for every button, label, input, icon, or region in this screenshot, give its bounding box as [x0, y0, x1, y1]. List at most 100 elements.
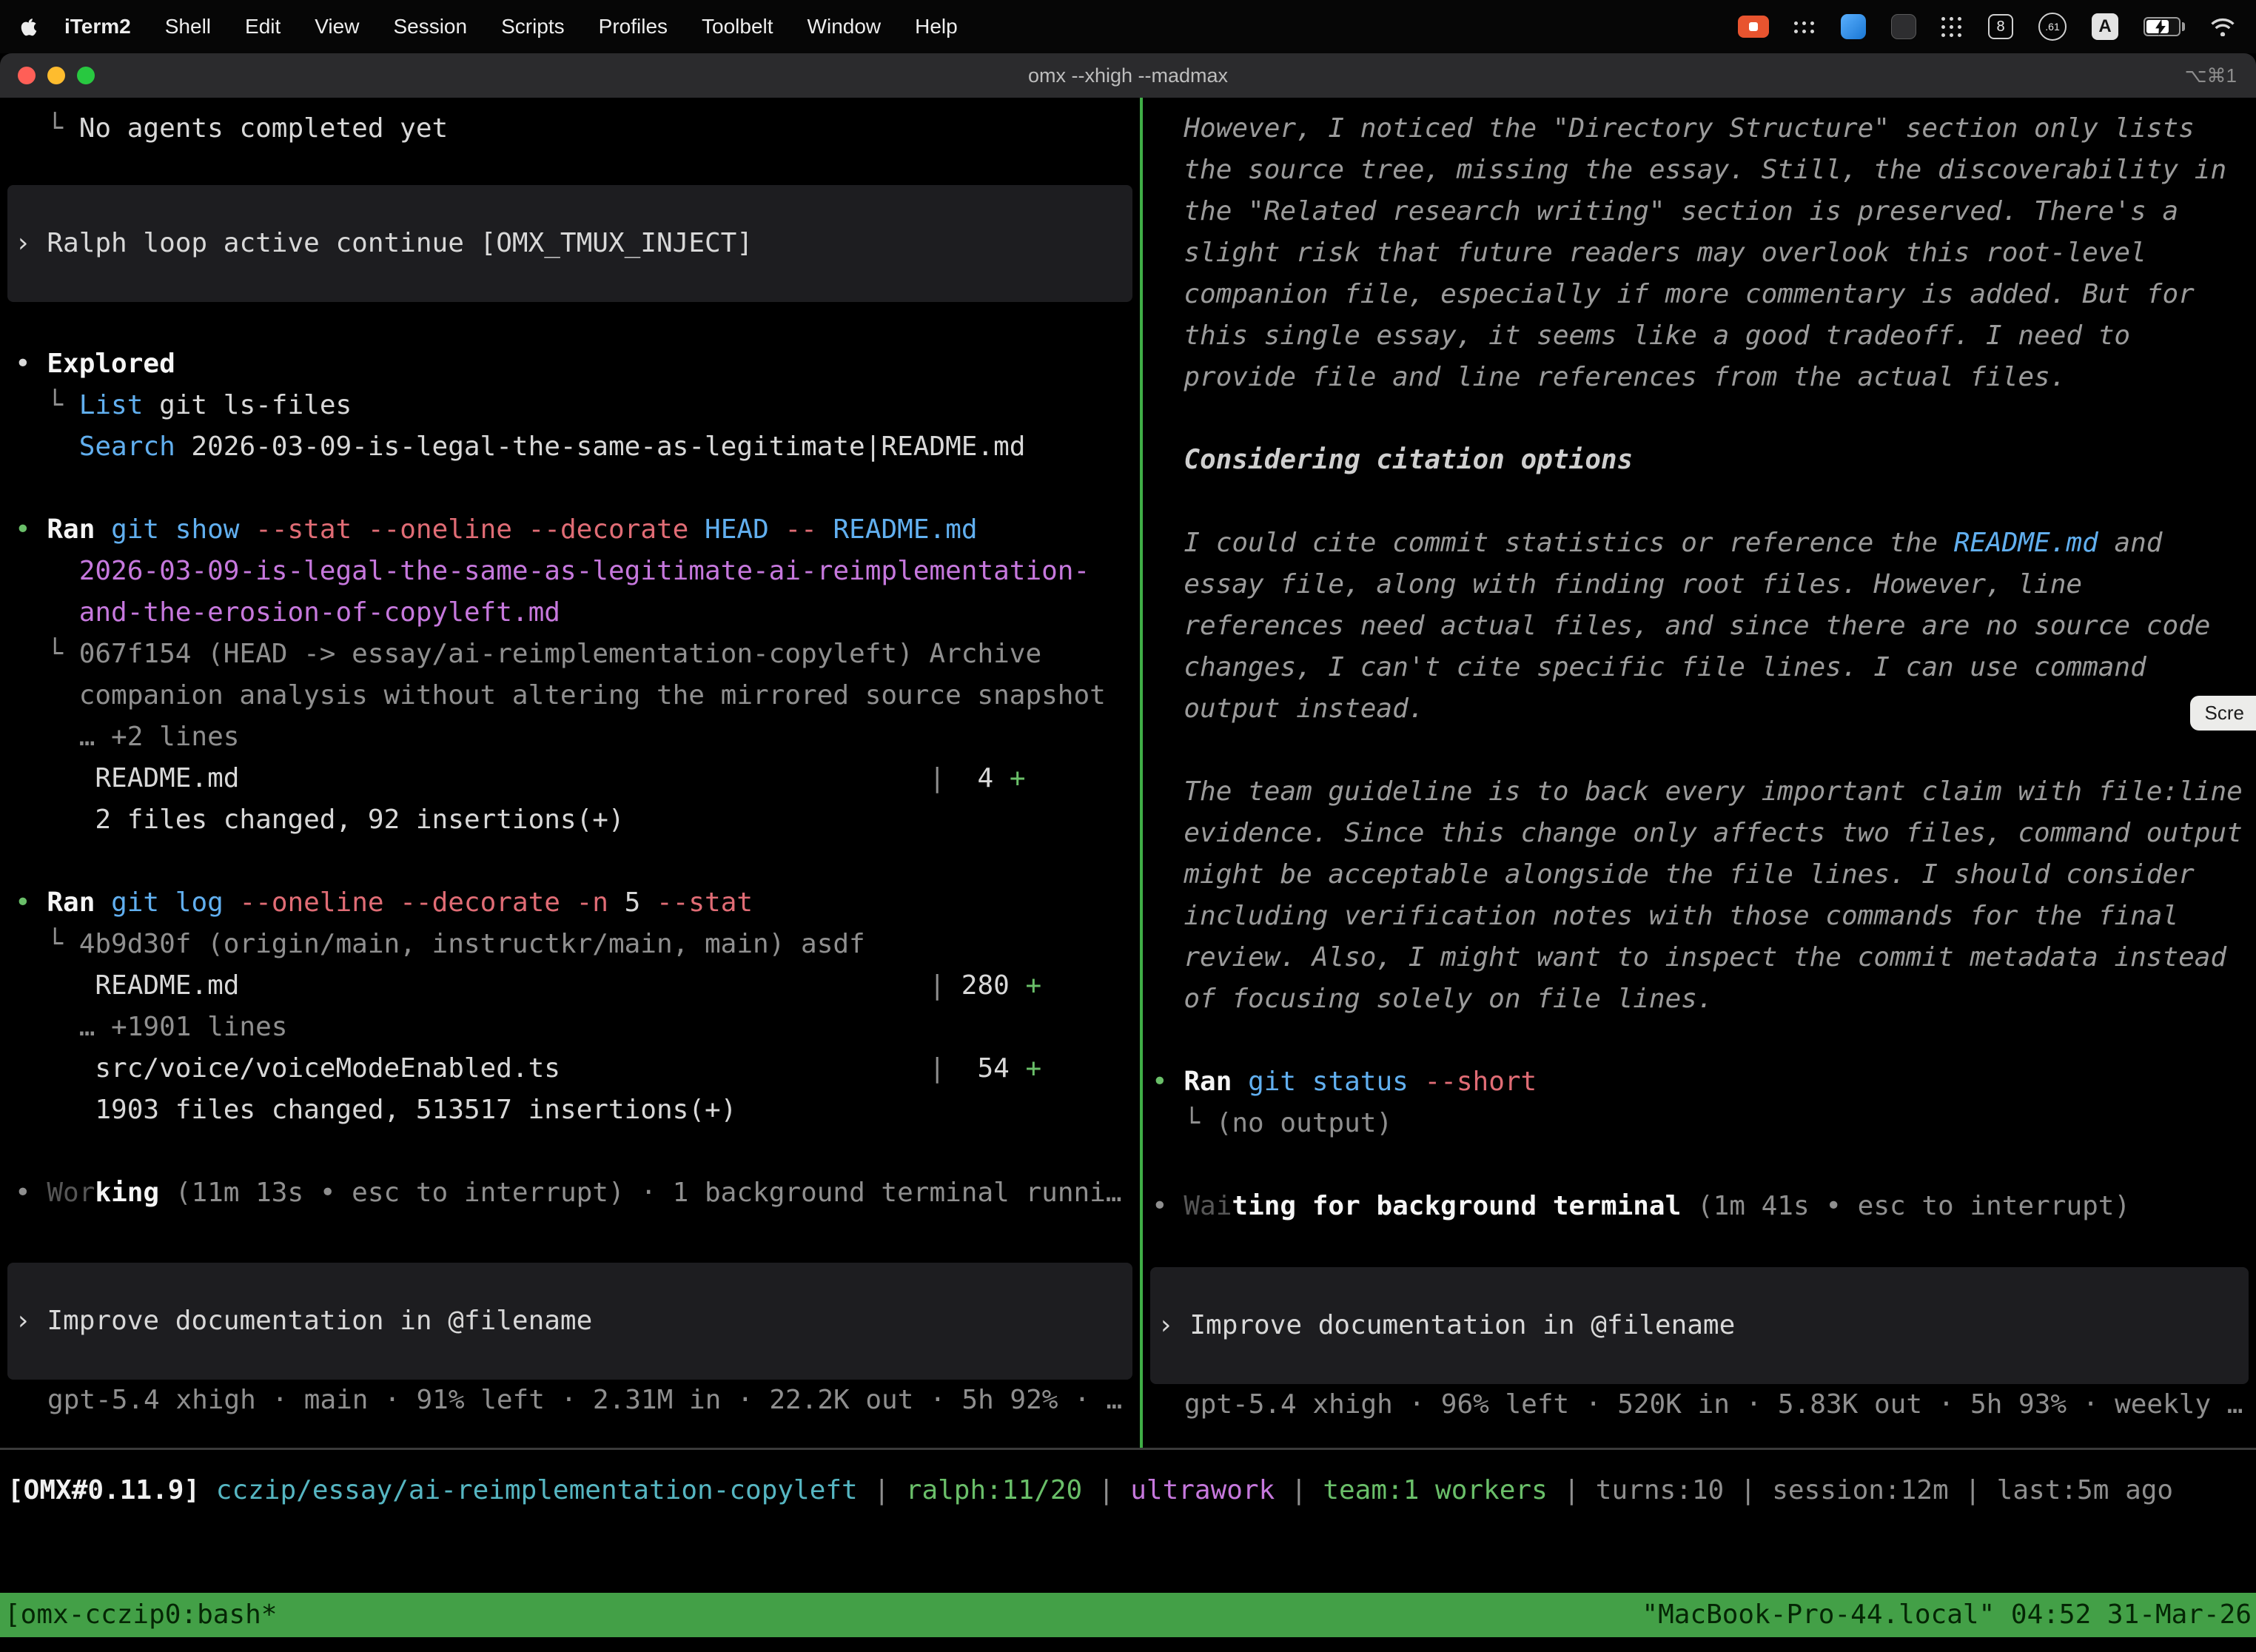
diffstat-summary-line: 2 files changed, 92 insertions(+): [15, 799, 1140, 841]
apple-menu-icon[interactable]: [21, 16, 37, 37]
menu-status-icons: 8 .61 A: [1738, 13, 2235, 41]
close-button[interactable]: [18, 67, 36, 84]
screen-edge-notification[interactable]: Scre: [2190, 696, 2256, 731]
prompt-input-left-text: › Improve documentation in @filename: [7, 1300, 1132, 1342]
think-line: The team guideline is to back every impo…: [1152, 771, 2256, 813]
macos-menu-bar: iTerm2 Shell Edit View Session Scripts P…: [0, 0, 2256, 53]
terminal-area: └ No agents completed yet › Ralph loop a…: [0, 98, 2256, 1449]
menu-item-toolbelt[interactable]: Toolbelt: [685, 15, 790, 38]
model-status-right: gpt-5.4 xhigh · 96% left · 520K in · 5.8…: [1143, 1384, 2256, 1426]
tmux-host-clock-label: "MacBook-Pro-44.local" 04:52 31-Mar-26: [1642, 1593, 2252, 1637]
window-shortcut-badge: ⌥⌘1: [2185, 64, 2237, 87]
blank-line: [15, 841, 1140, 882]
list-files-line: └ List git ls-files: [15, 385, 1140, 426]
think-line: output instead.: [1152, 688, 2256, 730]
menu-item-profiles[interactable]: Profiles: [582, 15, 685, 38]
changed-file-line: and-the-erosion-of-copyleft.md: [15, 592, 1140, 634]
think-line: including verification notes with those …: [1152, 896, 2256, 937]
think-line: I could cite commit statistics or refere…: [1152, 523, 2256, 564]
think-line: changes, I can't cite specific file line…: [1152, 647, 2256, 688]
think-line: companion file, especially if more comme…: [1152, 274, 2256, 315]
horizontal-separator: [0, 1448, 2256, 1450]
grid-dots-icon[interactable]: [1941, 17, 1963, 37]
charging-bolt-icon: [2155, 19, 2166, 36]
left-lines-top: └ No agents completed yet: [0, 108, 1140, 150]
waiting-status-line: • Waiting for background terminal (1m 41…: [1152, 1186, 2256, 1227]
ran-git-show-line: • Ran git show --stat --oneline --decora…: [15, 509, 1140, 551]
menu-item-iterm2[interactable]: iTerm2: [47, 15, 148, 38]
key-8-icon[interactable]: 8: [1988, 14, 2013, 39]
think-line: the "Related research writing" section i…: [1152, 191, 2256, 232]
ran-git-status-line: • Ran git status --short: [1152, 1061, 2256, 1103]
diffstat-line: README.md | 4 +: [15, 758, 1140, 799]
model-status-left: gpt-5.4 xhigh · main · 91% left · 2.31M …: [0, 1380, 1140, 1421]
working-status-line: • Working (11m 13s • esc to interrupt) ·…: [15, 1172, 1140, 1214]
think-heading: Considering citation options: [1152, 440, 2256, 481]
think-line: provide file and line references from th…: [1152, 357, 2256, 398]
blank-line: [1152, 1020, 2256, 1061]
menu-item-window[interactable]: Window: [790, 15, 899, 38]
think-line: evidence. Since this change only affects…: [1152, 813, 2256, 854]
blank-line: [1152, 1144, 2256, 1186]
menu-item-shell[interactable]: Shell: [148, 15, 228, 38]
commit-line: └ 067f154 (HEAD -> essay/ai-reimplementa…: [15, 634, 1140, 675]
think-line: might be acceptable alongside the file l…: [1152, 854, 2256, 896]
prompt-input-right[interactable]: › Improve documentation in @filename: [1150, 1267, 2249, 1384]
dark-app-icon[interactable]: [1891, 14, 1916, 39]
blank-line: [1152, 730, 2256, 771]
commit-line: └ 4b9d30f (origin/main, instructkr/main,…: [15, 924, 1140, 965]
battery-percent-icon[interactable]: .61: [2038, 13, 2067, 41]
explored-header: • Explored: [15, 343, 1140, 385]
think-line: essay file, along with finding root file…: [1152, 564, 2256, 605]
input-source-icon[interactable]: A: [2092, 13, 2118, 40]
menu-item-help[interactable]: Help: [898, 15, 975, 38]
search-line: Search 2026-03-09-is-legal-the-same-as-l…: [15, 426, 1140, 468]
blank-line: [15, 1131, 1140, 1172]
menu-item-view[interactable]: View: [298, 15, 376, 38]
blank-line: [15, 468, 1140, 509]
tmux-status-bar: [omx-cczip0:bash* "MacBook-Pro-44.local"…: [0, 1593, 2256, 1637]
changed-file-line: 2026-03-09-is-legal-the-same-as-legitima…: [15, 551, 1140, 592]
think-line: review. Also, I might want to inspect th…: [1152, 937, 2256, 978]
diffstat-line: README.md | 280 +: [15, 965, 1140, 1007]
left-terminal-pane: └ No agents completed yet › Ralph loop a…: [0, 98, 1140, 1449]
think-line: the source tree, missing the essay. Stil…: [1152, 150, 2256, 191]
menu-item-session[interactable]: Session: [376, 15, 484, 38]
diff-elided-line: … +2 lines: [15, 716, 1140, 758]
no-output-line: └ (no output): [1152, 1103, 2256, 1144]
wifi-icon[interactable]: [2210, 17, 2235, 36]
diffstat-summary-line: 1903 files changed, 513517 insertions(+): [15, 1089, 1140, 1131]
window-title-bar: omx --xhigh --madmax ⌥⌘1: [0, 53, 2256, 98]
ralph-loop-text: › Ralph loop active continue [OMX_TMUX_I…: [7, 223, 1132, 264]
right-terminal-pane: However, I noticed the "Directory Struct…: [1143, 98, 2256, 1449]
diffstat-line: src/voice/voiceModeEnabled.ts | 54 +: [15, 1048, 1140, 1089]
omx-session-statusbar: [OMX#0.11.9] cczip/essay/ai-reimplementa…: [0, 1470, 2256, 1511]
think-line: However, I noticed the "Directory Struct…: [1152, 108, 2256, 150]
prompt-input-right-text: › Improve documentation in @filename: [1150, 1305, 2249, 1346]
menu-item-scripts[interactable]: Scripts: [484, 15, 582, 38]
battery-icon[interactable]: [2143, 17, 2185, 36]
prompt-input-left[interactable]: › Improve documentation in @filename: [7, 1263, 1132, 1380]
window-title: omx --xhigh --madmax: [1028, 64, 1228, 87]
think-line: slight risk that future readers may over…: [1152, 232, 2256, 274]
minimize-button[interactable]: [47, 67, 65, 84]
menu-item-edit[interactable]: Edit: [228, 15, 298, 38]
blank-line: [1152, 398, 2256, 440]
left-lines-main: • Explored └ List git ls-files Search 20…: [0, 343, 1140, 1214]
zoom-button[interactable]: [77, 67, 95, 84]
blue-app-icon[interactable]: [1841, 14, 1866, 39]
record-dot-icon: [1749, 22, 1758, 31]
think-line: references need actual files, and since …: [1152, 605, 2256, 647]
tmux-session-label: [omx-cczip0:bash*: [4, 1593, 277, 1637]
ran-git-log-line: • Ran git log --oneline --decorate -n 5 …: [15, 882, 1140, 924]
traffic-lights: [18, 67, 95, 84]
commit-line: companion analysis without altering the …: [15, 675, 1140, 716]
think-line: of focusing solely on file lines.: [1152, 978, 2256, 1020]
blank-line: [1152, 481, 2256, 523]
right-lines-main: However, I noticed the "Directory Struct…: [1143, 108, 2256, 1227]
keyboard-icon[interactable]: [1794, 21, 1816, 33]
agents-status-line: └ No agents completed yet: [15, 108, 1140, 150]
screen-recording-indicator[interactable]: [1738, 16, 1769, 38]
think-line: this single essay, it seems like a good …: [1152, 315, 2256, 357]
ralph-loop-banner: › Ralph loop active continue [OMX_TMUX_I…: [7, 185, 1132, 302]
